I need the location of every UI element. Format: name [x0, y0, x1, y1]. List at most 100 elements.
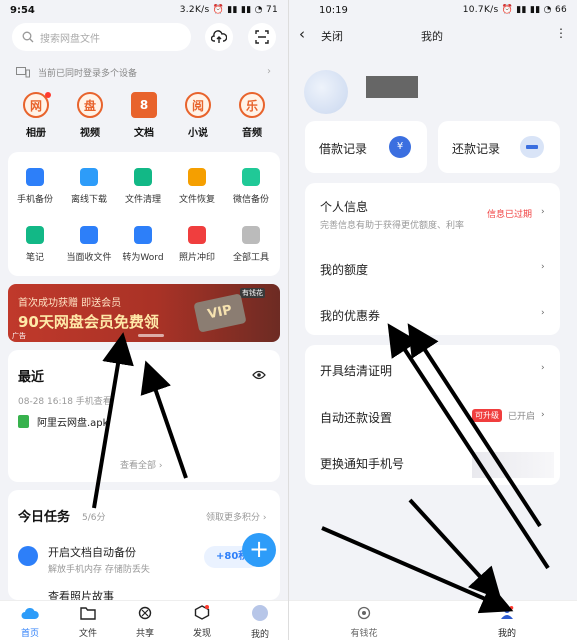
tool-label: 当面收文件	[66, 253, 112, 263]
category-glyph: 阅	[191, 98, 204, 113]
cloud-upload-icon	[211, 30, 227, 43]
chevron-right-icon: ›	[541, 410, 545, 420]
category-audio[interactable]: 乐 音频	[232, 92, 272, 139]
search-input[interactable]: 搜索网盘文件	[12, 23, 191, 51]
view-all-link[interactable]: 查看全部 ›	[120, 458, 162, 471]
audio-category-icon: 乐	[239, 92, 265, 118]
more-options-icon[interactable]: ⋮	[555, 26, 567, 40]
tool-icon	[26, 168, 44, 186]
chevron-right-icon: ›	[267, 66, 271, 77]
tool-item[interactable]: 笔记	[8, 226, 62, 263]
cloud-home-icon	[21, 607, 39, 619]
back-arrow-icon[interactable]: ‹	[299, 25, 305, 43]
video-category-icon: 盘	[77, 92, 103, 118]
user-icon	[501, 606, 514, 619]
nav-label: 共享	[135, 629, 154, 639]
banner-badge: 有钱花	[240, 288, 265, 298]
category-glyph: 网	[29, 98, 42, 113]
tool-item[interactable]: 离线下载	[62, 168, 116, 205]
personal-info-sub: 完善信息有助于获得更优额度、利率	[320, 221, 465, 231]
recent-title: 最近	[18, 370, 45, 385]
auto-repay-status: 已开启	[508, 412, 536, 422]
close-button[interactable]: 关闭	[321, 28, 343, 44]
category-label: 视频	[80, 128, 100, 139]
device-notice[interactable]: 当前已同时登录多个设备	[16, 66, 137, 79]
nav-files[interactable]: 文件	[68, 605, 108, 639]
tool-label: 笔记	[25, 253, 44, 263]
apk-file-icon	[18, 415, 29, 428]
tool-icon	[188, 168, 206, 186]
info-expired-status: 信息已过期	[487, 210, 533, 220]
layers-icon	[18, 546, 38, 566]
category-label: 音频	[242, 128, 262, 139]
change-phone-item[interactable]: 更换通知手机号	[320, 455, 404, 472]
category-label: 小说	[188, 128, 208, 139]
nav-label: 我的	[250, 630, 269, 640]
discover-icon	[194, 605, 210, 620]
devices-icon	[16, 67, 30, 78]
settlement-item[interactable]: 开具结清证明	[320, 362, 392, 379]
loan-record-label: 借款记录	[319, 142, 368, 156]
device-notice-text: 当前已同时登录多个设备	[38, 69, 138, 79]
nav-discover[interactable]: 发现	[182, 605, 222, 639]
tool-icon	[242, 226, 260, 244]
nav-me[interactable]: 我的	[492, 605, 522, 639]
tool-item[interactable]: 当面收文件	[62, 226, 116, 263]
tool-label: 文件恢复	[178, 195, 215, 205]
more-points-link[interactable]: 领取更多积分 ›	[206, 510, 266, 523]
bottom-nav	[289, 600, 577, 640]
my-quota-item[interactable]: 我的额度	[320, 261, 368, 278]
chevron-right-icon: ›	[541, 363, 545, 373]
category-novels[interactable]: 阅 小说	[178, 92, 218, 139]
tool-item[interactable]: 微信备份	[224, 168, 278, 205]
nav-youqianhua[interactable]: 有钱花	[346, 605, 382, 639]
eye-icon[interactable]	[252, 370, 266, 380]
folder-icon	[80, 607, 96, 620]
username-redacted	[366, 76, 418, 98]
scan-button[interactable]	[248, 23, 276, 51]
auto-repay-item[interactable]: 自动还款设置	[320, 409, 392, 426]
chevron-right-icon: ›	[541, 262, 545, 272]
vip-card-graphic: VIP	[193, 293, 247, 333]
upload-button[interactable]	[205, 23, 233, 51]
tool-icon	[80, 226, 98, 244]
repay-record-card[interactable]: 还款记录	[438, 121, 560, 173]
category-documents[interactable]: 8 文档	[124, 92, 164, 139]
avatar[interactable]	[304, 70, 348, 114]
nav-me[interactable]: 我的	[240, 605, 280, 640]
loan-record-card[interactable]: 借款记录 ¥	[305, 121, 427, 173]
recent-file-item[interactable]: 阿里云网盘.apk	[18, 414, 108, 429]
tool-item[interactable]: 文件恢复	[170, 168, 224, 205]
tool-item[interactable]: 文件清理	[116, 168, 170, 205]
task1-label: 开启文档自动备份	[48, 546, 136, 559]
tool-label: 转为Word	[122, 253, 164, 263]
nav-home[interactable]: 首页	[10, 605, 50, 639]
recent-file-name: 阿里云网盘.apk	[37, 418, 109, 429]
promo-banner[interactable]: 首次成功获赠 即送会员 90天网盘会员免费领 广告 有钱花 VIP	[8, 284, 280, 342]
tool-item[interactable]: 转为Word	[116, 226, 170, 263]
tool-item[interactable]: 手机备份	[8, 168, 62, 205]
category-videos[interactable]: 盘 视频	[70, 92, 110, 139]
category-photos[interactable]: 网 相册	[16, 92, 56, 139]
tool-label: 微信备份	[232, 195, 269, 205]
add-fab-button[interactable]: +	[242, 533, 276, 567]
chevron-right-icon: ›	[541, 308, 545, 318]
status-time: 10:19	[319, 4, 348, 16]
tool-label: 文件清理	[124, 195, 161, 205]
novel-category-icon: 阅	[185, 92, 211, 118]
tool-label: 离线下载	[70, 195, 107, 205]
banner-line2: 90天网盘会员免费领	[18, 313, 159, 331]
category-label: 文档	[134, 128, 154, 139]
tool-item[interactable]: 照片冲印	[170, 226, 224, 263]
repay-record-label: 还款记录	[452, 142, 501, 156]
tool-item[interactable]: 全部工具	[224, 226, 278, 263]
tool-icon	[134, 226, 152, 244]
personal-info-label[interactable]: 个人信息	[320, 198, 368, 215]
tool-icon	[134, 168, 152, 186]
my-coupons-item[interactable]: 我的优惠券	[320, 307, 380, 324]
nav-label: 发现	[192, 629, 211, 639]
nav-share[interactable]: 共享	[125, 605, 165, 639]
phone-redacted	[472, 452, 554, 478]
yuan-icon: ¥	[389, 136, 411, 158]
recent-card: 最近 08-28 16:18 手机查看 阿里云网盘.apk 查看全部 ›	[8, 350, 280, 482]
